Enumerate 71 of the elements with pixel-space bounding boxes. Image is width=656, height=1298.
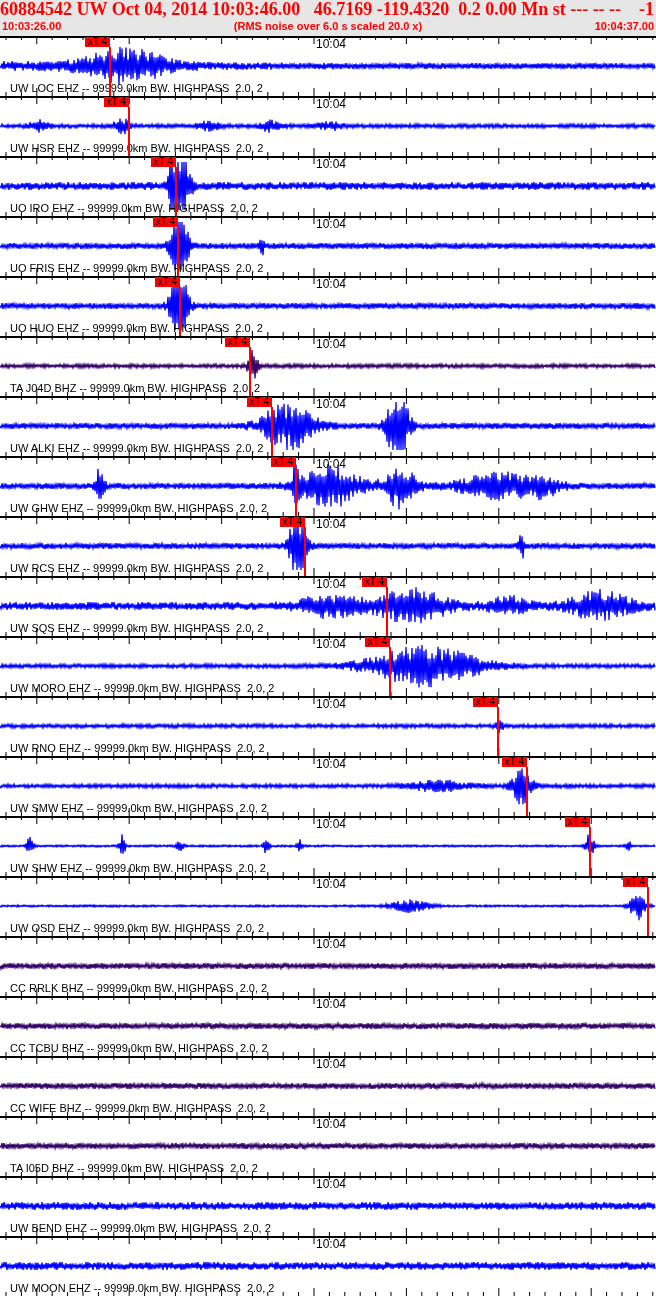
time-mark: 10:04 — [316, 1058, 347, 1071]
station-label: UW OSD EHZ -- 99999.0km BW. HIGHPASS 2.0, 2 — [10, 922, 265, 935]
pick-line — [295, 467, 297, 516]
pick-line — [109, 47, 111, 96]
pick-label: xT 4 — [361, 577, 387, 587]
station-label: CC TCBU BHZ -- 99999.0km BW. HIGHPASS 2.0, 2 — [10, 1042, 268, 1055]
pick-label: xT 4 — [501, 757, 527, 767]
pick-label: xT 4 — [270, 457, 296, 467]
pick-line — [526, 767, 528, 816]
time-mark: 10:04 — [316, 1238, 347, 1251]
pick-label: xT 4 — [154, 277, 180, 287]
time-mark: 10:04 — [316, 278, 347, 291]
station-label: UW ALKI EHZ -- 99999.0km BW. HIGHPASS 2.0, 2 — [10, 442, 264, 455]
station-label: CC WIFE BHZ -- 99999.0km BW. HIGHPASS 2.0, 2 — [10, 1102, 266, 1115]
pick-line — [175, 167, 177, 216]
time-mark: 10:04 — [316, 818, 347, 831]
time-mark: 10:04 — [316, 398, 347, 411]
pick-label: xT 4 — [84, 37, 110, 47]
time-mark: 10:04 — [316, 158, 347, 171]
station-label: UW GHW EHZ -- 99999.0km BW. HIGHPASS 2.0, 2 — [10, 502, 268, 515]
station-label: UW SMW EHZ -- 99999.0km BW. HIGHPASS 2.0, 2 — [10, 802, 268, 815]
pick-label: xT 4 — [150, 157, 176, 167]
station-label: TA I05D BHZ -- 99999.0km BW. HIGHPASS 2.0, 2 — [10, 1162, 258, 1175]
time-mark: 10:04 — [316, 878, 347, 891]
time-mark: 10:04 — [316, 458, 347, 471]
pick-line — [389, 647, 391, 696]
station-label: UW SQS EHZ -- 99999.0km BW. HIGHPASS 2.0, 2 — [10, 622, 264, 635]
pick-line — [304, 527, 306, 576]
time-mark: 10:04 — [316, 698, 347, 711]
station-label: UW MORO EHZ -- 99999.0km BW. HIGHPASS 2.0, 2 — [10, 682, 275, 695]
start-time: 10:03:26.00 — [2, 19, 62, 33]
pick-label: xT 4 — [152, 217, 178, 227]
pick-label: xT 4 — [103, 97, 129, 107]
pick-label: xT 4 — [564, 817, 590, 827]
station-label: UW RCS EHZ -- 99999.0km BW. HIGHPASS 2.0, 2 — [10, 562, 264, 575]
pick-label: xT 4 — [364, 637, 390, 647]
pick-line — [128, 107, 130, 156]
pick-line — [386, 587, 388, 636]
time-mark: 10:04 — [316, 938, 347, 951]
time-mark: 10:04 — [316, 998, 347, 1011]
time-mark: 10:04 — [316, 578, 347, 591]
station-label: UW MOON EHZ -- 99999.0km BW. HIGHPASS 2.0, 2 — [10, 1282, 275, 1295]
time-mark: 10:04 — [316, 638, 347, 651]
pick-line — [177, 227, 179, 276]
pick-line — [497, 707, 499, 756]
pick-line — [647, 887, 649, 936]
station-label: CC RRLK BHZ -- 99999.0km BW. HIGHPASS 2.0, 2 — [10, 982, 268, 995]
station-label: UW RNO EHZ -- 99999.0km BW. HIGHPASS 2.0, 2 — [10, 742, 265, 755]
event-code-text: -1 — [639, 0, 654, 19]
time-mark: 10:04 — [316, 758, 347, 771]
time-mark: 10:04 — [316, 38, 347, 51]
pick-label: xT 4 — [472, 697, 498, 707]
time-mark: 10:04 — [316, 1118, 347, 1131]
pick-label: xT 4 — [224, 337, 250, 347]
pick-line — [271, 407, 273, 456]
time-mark: 10:04 — [316, 98, 347, 111]
pick-line — [589, 827, 591, 876]
pick-line — [179, 287, 181, 336]
time-mark: 10:04 — [316, 518, 347, 531]
station-label: UW SHW EHZ -- 99999.0km BW. HIGHPASS 2.0, 2 — [10, 862, 266, 875]
station-label: UW BEND EHZ -- 99999.0km BW. HIGHPASS 2.0, 2 — [10, 1222, 271, 1235]
pick-label: xT 4 — [622, 877, 648, 887]
scale-note: (RMS noise over 6.0 s scaled 20.0 x) — [233, 19, 423, 33]
time-mark: 10:04 — [316, 338, 347, 351]
end-time: 10:04:37.00 — [594, 19, 654, 33]
time-mark: 10:04 — [316, 1178, 347, 1191]
pick-label: xT 4 — [279, 517, 305, 527]
pick-label: xT 4 — [246, 397, 272, 407]
event-title: 60884542 UW Oct 04, 2014 10:03:46.00 46.7169 -119.4320 0.2 0.00 Mn st --- -- -- — [0, 0, 622, 19]
pick-line — [249, 347, 251, 396]
time-mark: 10:04 — [316, 218, 347, 231]
